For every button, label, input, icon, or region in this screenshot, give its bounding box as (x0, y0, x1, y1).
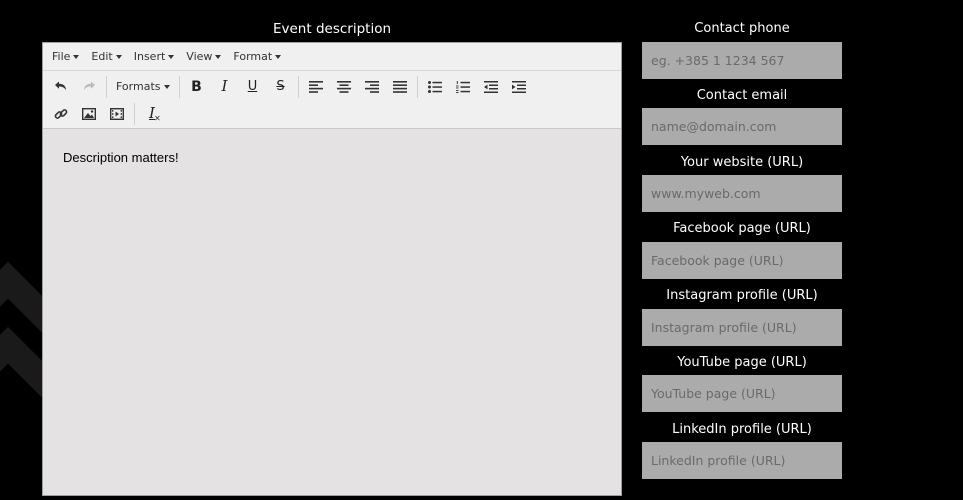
align-center-icon (336, 80, 351, 93)
toolbar-separator (134, 102, 135, 125)
link-icon (54, 108, 68, 119)
bold-icon: B (191, 78, 202, 95)
menu-view-label: View (186, 50, 213, 63)
menu-format[interactable]: Format (228, 50, 288, 63)
menu-insert-label: Insert (133, 50, 166, 63)
editor-menubar: File Edit Insert View Format (43, 43, 621, 71)
bullet-list-icon (427, 80, 442, 93)
editor-content-area[interactable]: Description matters! (43, 128, 621, 495)
event-description-label: Event description (272, 21, 392, 37)
menu-edit-label: Edit (91, 50, 113, 63)
align-center-button[interactable] (330, 75, 358, 99)
formats-label: Formats (116, 80, 161, 93)
contact-email-input[interactable] (642, 108, 842, 145)
toolbar-separator (178, 75, 180, 98)
align-left-button[interactable] (302, 75, 330, 99)
menu-format-label: Format (233, 50, 273, 63)
caret-down-icon (163, 84, 170, 89)
insert-media-button[interactable] (103, 102, 131, 126)
bold-button[interactable]: B (183, 75, 211, 99)
toolbar-separator (106, 75, 107, 98)
instagram-input[interactable] (642, 309, 842, 346)
align-justify-icon (392, 80, 407, 93)
redo-button[interactable] (75, 75, 103, 99)
underline-icon: U (247, 79, 258, 94)
undo-icon (55, 81, 66, 90)
instagram-label: Instagram profile (URL) (666, 288, 818, 303)
align-left-icon (308, 80, 323, 93)
facebook-input[interactable] (642, 242, 842, 279)
contact-phone-input[interactable] (642, 42, 842, 79)
website-label: Your website (URL) (680, 155, 804, 170)
rich-text-editor: File Edit Insert View Format Formats B I… (42, 42, 622, 496)
italic-icon: I (221, 77, 228, 95)
clear-x-icon: ✕ (154, 113, 161, 123)
insert-image-button[interactable] (75, 102, 103, 126)
indent-icon (511, 80, 526, 93)
clear-formatting-button[interactable]: I ✕ (138, 102, 166, 126)
align-right-button[interactable] (358, 75, 386, 99)
indent-button[interactable] (505, 75, 533, 99)
outdent-button[interactable] (477, 75, 505, 99)
media-icon (110, 107, 124, 120)
caret-down-icon (275, 54, 282, 59)
align-right-icon (364, 80, 379, 93)
youtube-label: YouTube page (URL) (677, 355, 807, 370)
facebook-label: Facebook page (URL) (673, 221, 811, 236)
page: Event description File Edit Insert View … (0, 0, 963, 500)
toolbar-row: I ✕ (47, 100, 617, 127)
caret-down-icon (115, 54, 122, 59)
align-justify-button[interactable] (386, 75, 414, 99)
linkedin-label: LinkedIn profile (URL) (672, 422, 812, 437)
editor-toolbar: Formats B I U S I ✕ (43, 71, 621, 129)
numbered-list-button[interactable] (449, 75, 477, 99)
strikethrough-button[interactable]: S (267, 75, 295, 99)
contact-email-label: Contact email (696, 88, 788, 103)
toolbar-row: Formats B I U S (47, 73, 617, 100)
undo-button[interactable] (47, 75, 75, 99)
linkedin-input[interactable] (642, 442, 842, 479)
caret-down-icon (168, 54, 175, 59)
contact-phone-label: Contact phone (694, 21, 790, 36)
underline-button[interactable]: U (239, 75, 267, 99)
menu-file[interactable]: File (47, 50, 86, 63)
youtube-input[interactable] (642, 375, 842, 412)
italic-button[interactable]: I (211, 75, 239, 99)
bullet-list-button[interactable] (421, 75, 449, 99)
strikethrough-icon: S (276, 79, 285, 94)
caret-down-icon (73, 54, 80, 59)
image-icon (82, 107, 96, 120)
website-input[interactable] (642, 175, 842, 212)
menu-edit[interactable]: Edit (86, 50, 128, 63)
menu-file-label: File (52, 50, 71, 63)
editor-paragraph: Description matters! (63, 150, 179, 165)
formats-dropdown[interactable]: Formats (110, 75, 176, 99)
toolbar-separator (416, 75, 418, 98)
redo-icon (84, 81, 95, 90)
menu-insert[interactable]: Insert (129, 50, 182, 63)
toolbar-separator (297, 75, 299, 98)
outdent-icon (483, 80, 498, 93)
caret-down-icon (215, 54, 222, 59)
menu-view[interactable]: View (181, 50, 228, 63)
insert-link-button[interactable] (47, 102, 75, 126)
numbered-list-icon (455, 80, 470, 93)
